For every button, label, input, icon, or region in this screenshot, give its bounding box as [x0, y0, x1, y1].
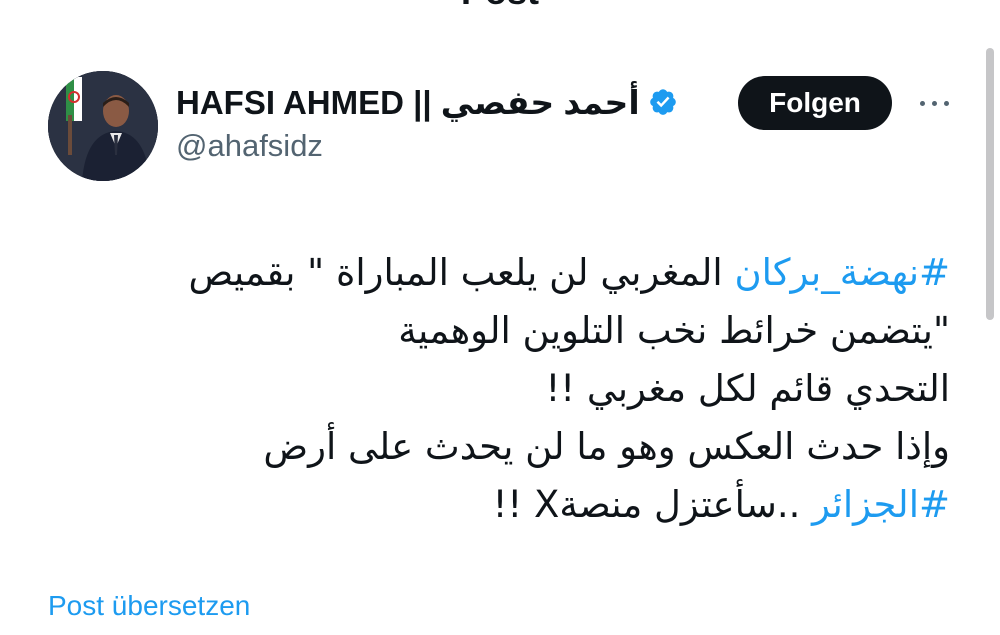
dot [943, 100, 949, 106]
verified-badge-icon [649, 89, 676, 115]
page-title: Post [0, 0, 1000, 10]
avatar[interactable] [48, 71, 158, 181]
more-horizontal-icon[interactable] [912, 86, 956, 120]
avatar-photo [48, 71, 158, 181]
dot [931, 100, 937, 106]
user-handle[interactable]: @ahafsidz [176, 128, 678, 164]
tweet-line-1: #نهضة_بركان المغربي لن يلعب المباراة " ب… [150, 244, 950, 302]
name-row: HAFSI AHMED || أحمد حفصي [176, 80, 678, 124]
author-info: HAFSI AHMED || أحمد حفصي @ahafsidz [176, 80, 678, 164]
tweet-line-2: "يتضمن خرائط نخب التلوين الوهمية [398, 309, 950, 352]
tweet-line-5: #الجزائر ..سأعتزل منصةX !! [150, 476, 950, 534]
tweet-text: #نهضة_بركان المغربي لن يلعب المباراة " ب… [150, 244, 950, 534]
translate-post-link[interactable]: Post übersetzen [48, 590, 250, 622]
hashtag-link[interactable]: #نهضة_بركان [734, 251, 950, 294]
tweet-line-5-text: ..سأعتزل منصةX !! [492, 483, 813, 526]
follow-button[interactable]: Folgen [738, 76, 892, 130]
top-bar: ← Post [0, 0, 1000, 14]
display-name[interactable]: HAFSI AHMED || أحمد حفصي [176, 83, 640, 122]
tweet-line-4: وإذا حدث العكس وهو ما لن يحدث على أرض [263, 425, 950, 468]
scrollbar[interactable] [986, 48, 994, 320]
tweet-line-3: التحدي قائم لكل مغربي !! [545, 367, 950, 410]
tweet-line-1-text: المغربي لن يلعب المباراة " بقميص [188, 251, 735, 294]
hashtag-link[interactable]: #الجزائر [812, 483, 950, 526]
dot [919, 100, 925, 106]
